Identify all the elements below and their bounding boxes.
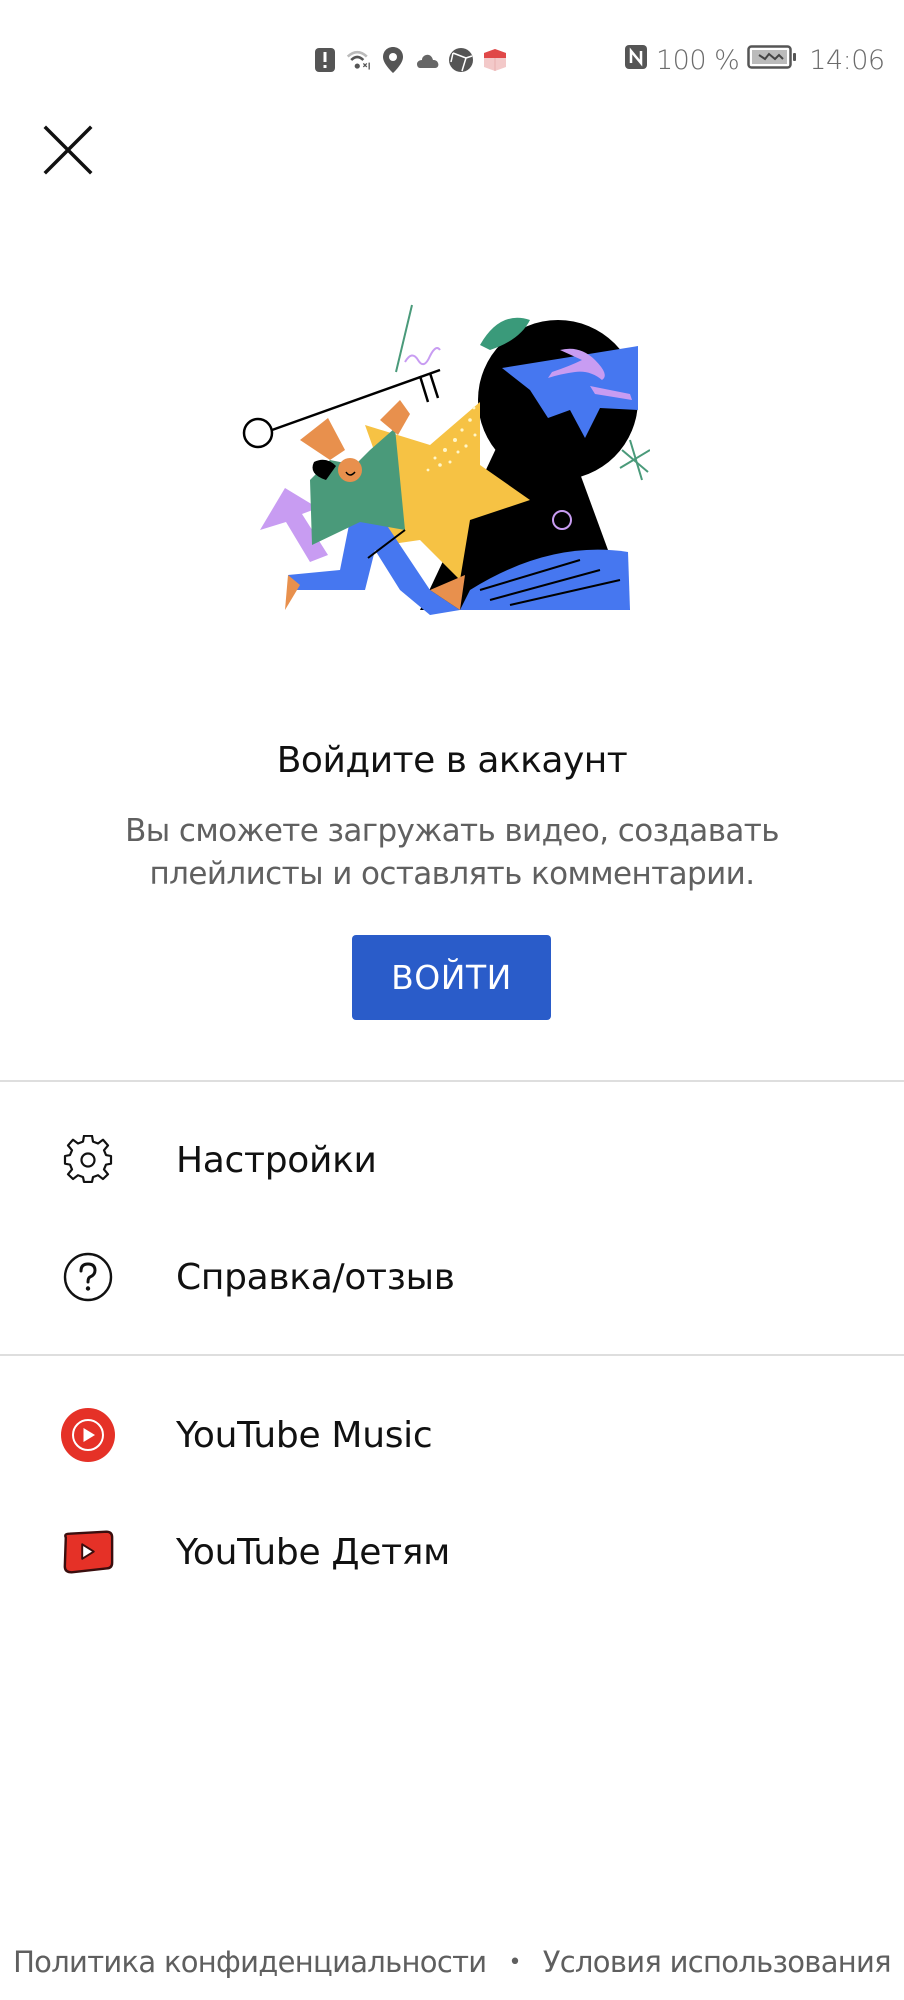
menu-item-youtube-kids[interactable]: YouTube Детям [0, 1497, 904, 1607]
menu-item-label: Справка/отзыв [176, 1256, 455, 1298]
location-icon [380, 47, 406, 73]
teal-line [395, 304, 413, 373]
battery-percent: 100 % [656, 44, 740, 76]
help-circle-icon [60, 1249, 116, 1305]
nfc-icon [624, 44, 648, 77]
signin-illustration [230, 290, 651, 630]
privacy-policy-link[interactable]: Политика конфиденциальности [13, 1945, 487, 1979]
footer-separator: • [508, 1949, 521, 1975]
signin-button[interactable]: ВОЙТИ [352, 935, 551, 1020]
menu-item-settings[interactable]: Настройки [0, 1105, 904, 1215]
alert-icon [312, 47, 338, 73]
close-icon [43, 125, 93, 175]
purple-squiggle [404, 347, 441, 366]
status-bar: 100 % 14:06 [0, 0, 904, 100]
key-shape [242, 368, 441, 449]
menu-item-youtube-music[interactable]: YouTube Music [0, 1380, 904, 1490]
gear-icon [60, 1132, 116, 1188]
battery-charging-icon [747, 44, 797, 77]
youtube-music-icon [60, 1407, 116, 1463]
cloud-icon [414, 47, 440, 73]
close-button[interactable] [40, 122, 96, 178]
menu-item-help-feedback[interactable]: Справка/отзыв [0, 1222, 904, 1332]
menu-item-label: YouTube Music [176, 1414, 433, 1456]
terms-of-service-link[interactable]: Условия использования [543, 1945, 892, 1979]
status-icons-right: 100 % 14:06 [624, 44, 885, 76]
menu-item-label: Настройки [176, 1139, 377, 1181]
app-box-icon [482, 47, 508, 73]
teal-sparkle [619, 439, 651, 481]
footer: Политика конфиденциальности • Условия ис… [0, 1940, 904, 1984]
clock-time: 14:06 [809, 44, 885, 76]
browser-icon [448, 47, 474, 73]
menu-item-label: YouTube Детям [176, 1531, 450, 1573]
signin-title: Войдите в аккаунт [276, 740, 628, 781]
divider [0, 1354, 904, 1356]
signin-description: Вы сможете загружать видео, создавать пл… [125, 813, 779, 892]
youtube-kids-icon [60, 1524, 116, 1580]
status-icons-left [312, 46, 508, 74]
wifi-icon [346, 47, 372, 73]
divider [0, 1080, 904, 1082]
